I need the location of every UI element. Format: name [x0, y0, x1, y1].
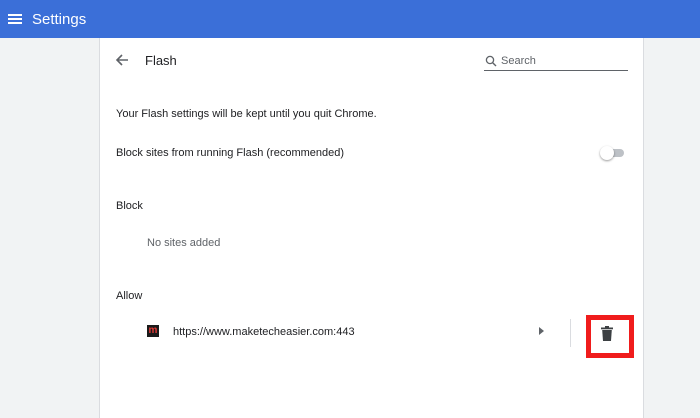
site-url: https://www.maketecheasier.com:443 [173, 326, 355, 338]
block-empty-text: No sites added [147, 237, 221, 249]
search-icon [485, 55, 497, 67]
info-text: Your Flash settings will be kept until y… [116, 108, 377, 120]
app-title: Settings [32, 10, 87, 28]
favicon-letter: m [148, 325, 158, 336]
search-field[interactable] [484, 52, 628, 71]
search-input[interactable] [501, 55, 621, 67]
block-flash-toggle[interactable] [600, 146, 626, 160]
allowed-site-row[interactable]: m https://www.maketecheasier.com:443 [100, 313, 645, 358]
trash-icon[interactable] [601, 326, 613, 341]
arrow-left-icon[interactable] [114, 52, 130, 68]
toggle-knob [600, 146, 614, 160]
page-title: Flash [145, 53, 177, 68]
allow-section-heading: Allow [116, 290, 143, 302]
row-divider [570, 319, 571, 347]
site-favicon: m [147, 325, 159, 337]
block-section-heading: Block [116, 200, 143, 212]
menu-icon[interactable] [8, 13, 22, 25]
expand-arrow-icon[interactable] [539, 327, 544, 335]
block-flash-label: Block sites from running Flash (recommen… [116, 147, 345, 159]
flash-settings-card: Flash Your Flash settings will be kept u… [99, 38, 644, 418]
app-header: Settings [0, 0, 700, 38]
